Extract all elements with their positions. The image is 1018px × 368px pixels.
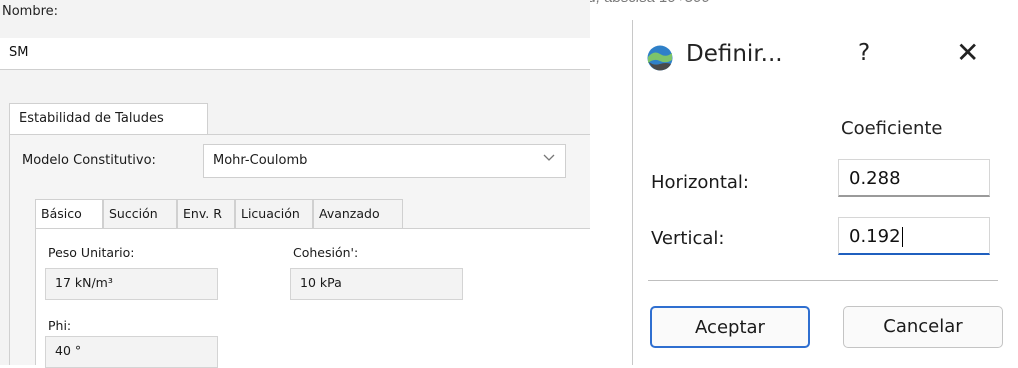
horizontal-label: Horizontal:: [651, 172, 749, 193]
phi-input[interactable]: 40 °: [45, 336, 218, 368]
constitutive-model-select[interactable]: Mohr-Coulomb: [203, 144, 566, 178]
name-input[interactable]: SM: [0, 38, 590, 70]
cohesion-label: Cohesión':: [293, 245, 359, 260]
dialog-title: Definir...: [686, 41, 783, 67]
close-icon[interactable]: ✕: [956, 36, 979, 69]
horizontal-coefficient-input[interactable]: 0.288: [838, 159, 990, 197]
vertical-coefficient-value: 0.192: [849, 226, 901, 247]
unit-weight-label: Peso Unitario:: [48, 245, 135, 260]
unit-weight-input[interactable]: 17 kN/m³: [45, 268, 218, 300]
cancel-button[interactable]: Cancelar: [843, 306, 1003, 348]
coefficient-column-header: Coeficiente: [841, 118, 943, 139]
subtab-env-r[interactable]: Env. R: [177, 199, 235, 229]
name-label: Nombre:: [2, 4, 59, 19]
tab-estabilidad-taludes[interactable]: Estabilidad de Taludes: [9, 103, 208, 135]
cohesion-input[interactable]: 10 kPa: [290, 268, 463, 300]
text-caret: [901, 227, 903, 247]
vertical-label: Vertical:: [651, 228, 725, 249]
dialog-separator: [648, 280, 998, 281]
subtab-succion[interactable]: Succión: [103, 199, 177, 229]
help-button[interactable]: ?: [858, 40, 870, 66]
geostudio-globe-icon: [646, 44, 674, 72]
vertical-coefficient-input[interactable]: 0.192: [838, 217, 990, 255]
horizontal-coefficient-value: 0.288: [849, 168, 901, 189]
accept-button[interactable]: Aceptar: [650, 306, 810, 348]
constitutive-model-label: Modelo Constitutivo:: [22, 153, 156, 168]
chevron-down-icon[interactable]: [543, 151, 555, 167]
phi-label: Phi:: [48, 318, 72, 333]
subtab-basico[interactable]: Básico: [35, 199, 103, 229]
subtab-avanzado[interactable]: Avanzado: [313, 199, 403, 229]
subtab-licuacion[interactable]: Licuación: [235, 199, 313, 229]
constitutive-model-value: Mohr-Coulomb: [213, 153, 308, 168]
